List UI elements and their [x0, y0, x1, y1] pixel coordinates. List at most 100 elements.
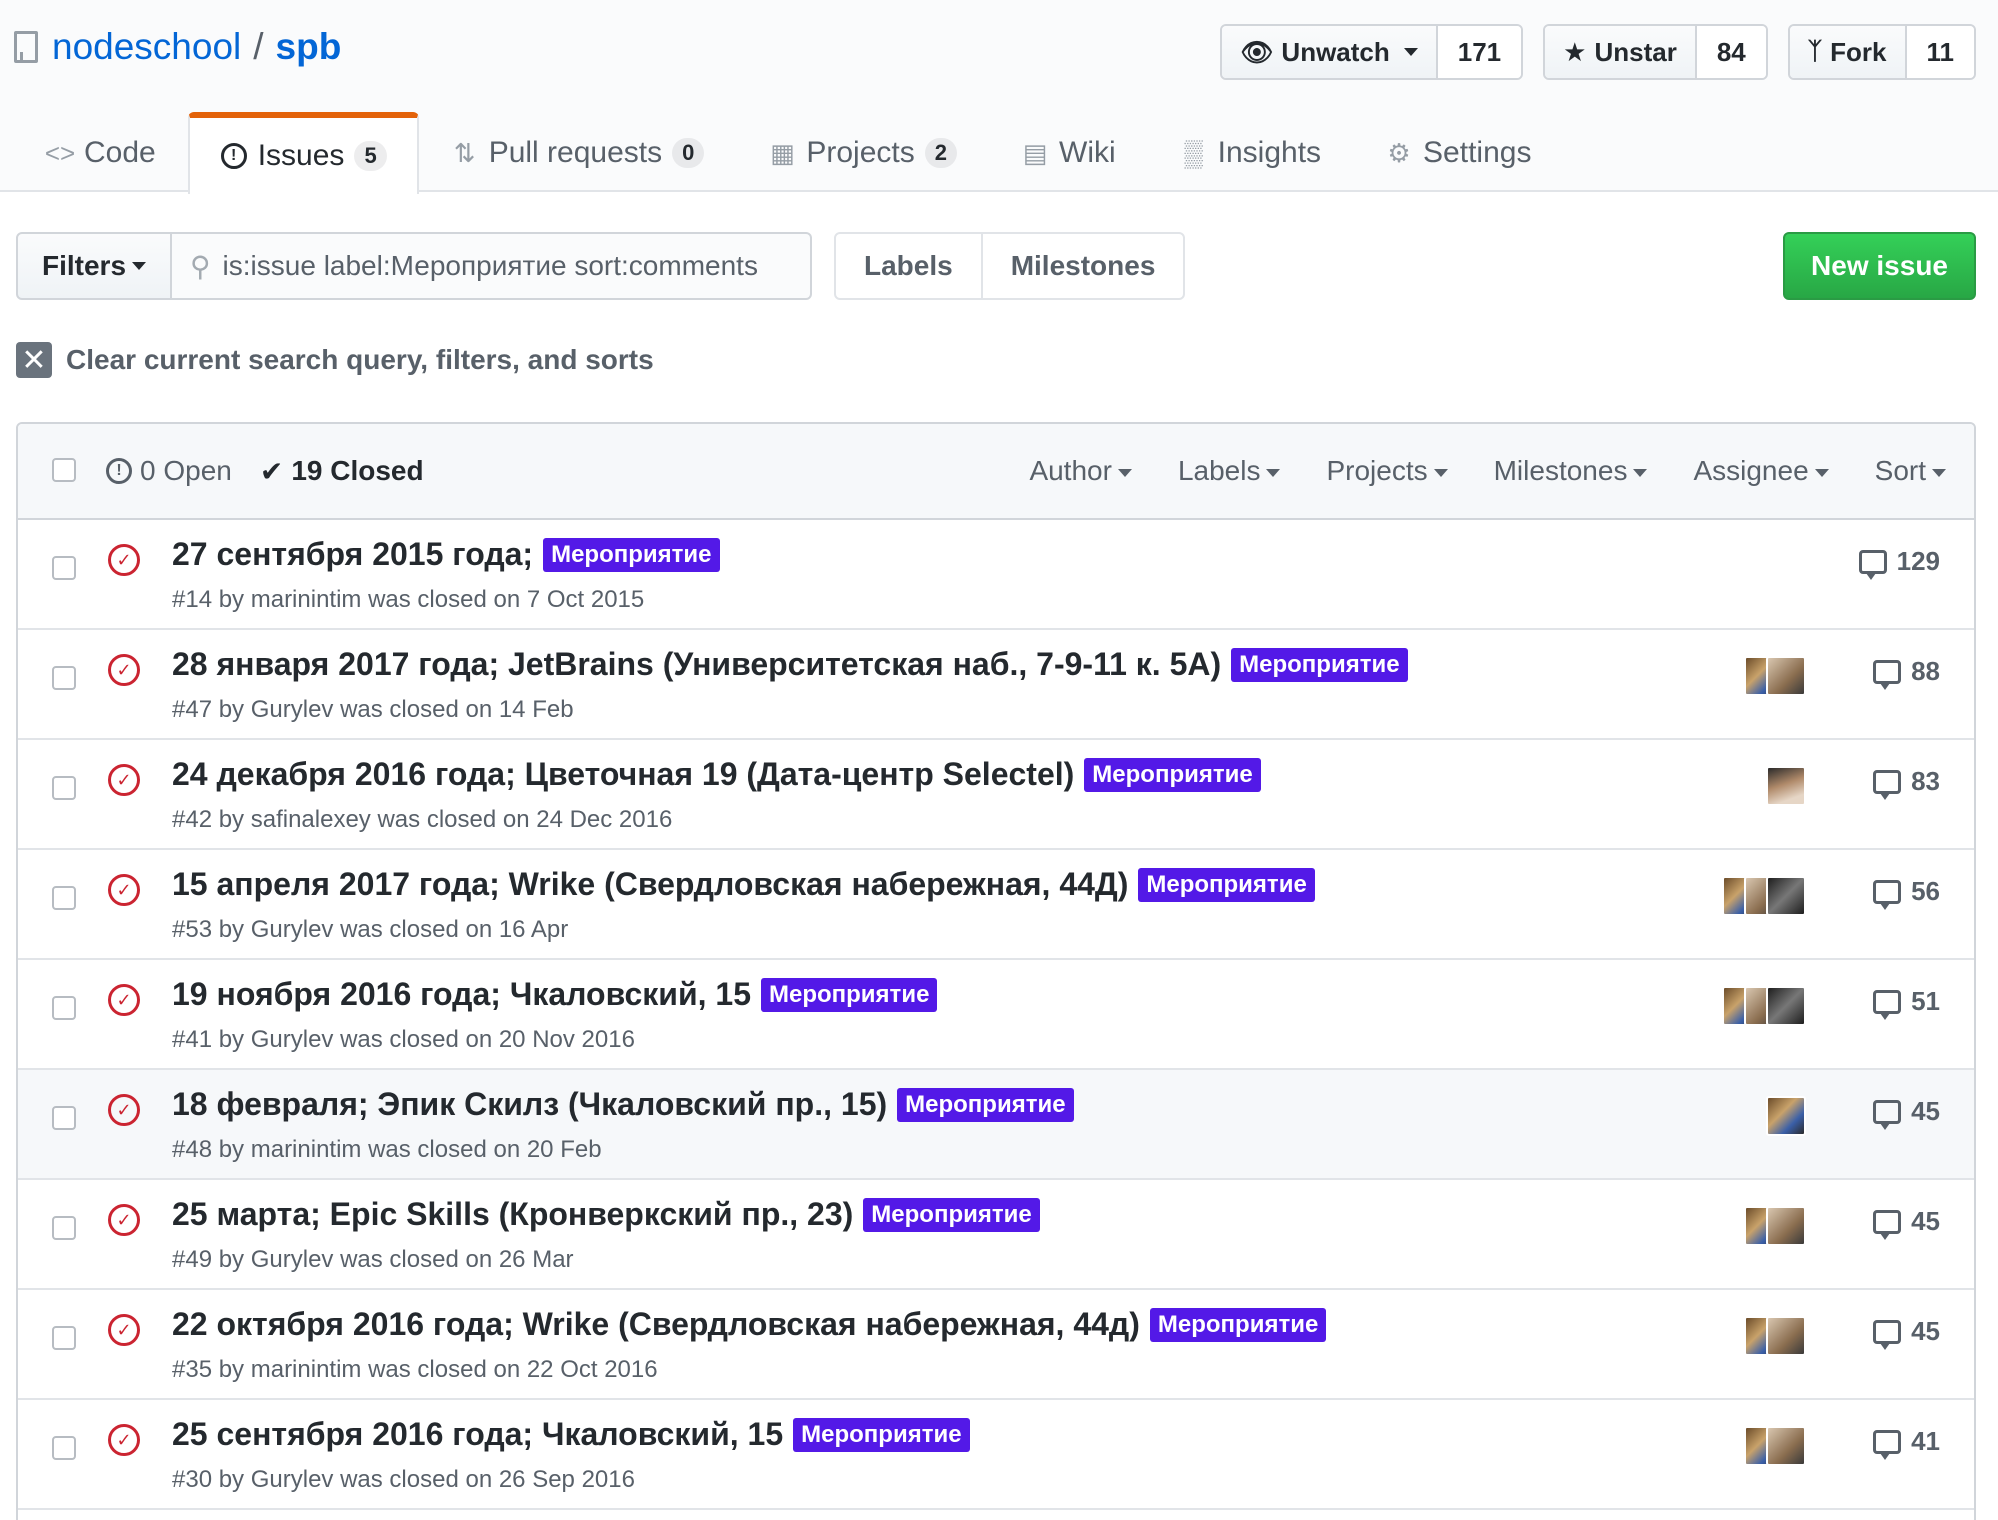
issue-checkbox[interactable] [52, 1106, 76, 1130]
projects-filter[interactable]: Projects [1326, 455, 1448, 487]
watchers-count[interactable]: 171 [1437, 26, 1522, 78]
issue-comments-link[interactable]: 88 [1873, 656, 1940, 690]
search-input[interactable] [222, 250, 803, 282]
filters-button[interactable]: Filters [16, 232, 173, 300]
tab-projects[interactable]: ▦ Projects 2 [736, 112, 989, 192]
tab-settings[interactable]: ⚙ Settings [1353, 112, 1563, 192]
chevron-down-icon [1814, 468, 1829, 477]
repo-owner-link[interactable]: nodeschool [52, 26, 241, 68]
issue-title-link[interactable]: 24 декабря 2016 года; Цветочная 19 (Дата… [172, 756, 1074, 793]
avatar[interactable] [1766, 656, 1806, 696]
issue-row[interactable]: ✓ 22 октября 2016 года; Wrike (Свердловс… [18, 1290, 1974, 1400]
issue-label[interactable]: Мероприятие [1231, 647, 1408, 682]
tab-wiki[interactable]: ▤ Wiki [989, 112, 1148, 192]
avatar[interactable] [1766, 1206, 1806, 1246]
issue-row[interactable]: ✓ 28 января 2017 года; JetBrains (Универ… [18, 630, 1974, 740]
sort-filter[interactable]: Sort [1875, 455, 1946, 487]
issue-title-line: 18 февраля; Эпик Скилз (Чкаловский пр., … [172, 1086, 1074, 1123]
issues-list: ! 0 Open ✔ 19 Closed Author Labels Proje… [16, 422, 1976, 1520]
author-filter[interactable]: Author [1029, 455, 1132, 487]
issue-checkbox[interactable] [52, 556, 76, 580]
issue-checkbox[interactable] [52, 1436, 76, 1460]
tab-pull-requests[interactable]: ⇅ Pull requests 0 [419, 112, 737, 192]
tab-code[interactable]: <> Code [14, 112, 188, 192]
issue-checkbox[interactable] [52, 1216, 76, 1240]
unstar-button[interactable]: ★ Unstar [1545, 26, 1697, 78]
fork-button[interactable]: ᛉ Fork [1789, 26, 1907, 78]
avatar[interactable] [1766, 1316, 1806, 1356]
tab-label: Pull requests [488, 136, 663, 169]
issue-label[interactable]: Мероприятие [760, 977, 938, 1012]
labels-filter[interactable]: Labels [1178, 455, 1281, 487]
assignee-avatars [1722, 876, 1806, 916]
issue-meta: #47 by Gurylev was closed on 14 Feb [172, 696, 574, 723]
milestones-filter[interactable]: Milestones [1494, 455, 1648, 487]
issue-comments-link[interactable]: 51 [1873, 986, 1940, 1020]
tab-label: Wiki [1059, 136, 1116, 169]
issue-label[interactable]: Мероприятие [1138, 867, 1315, 902]
comment-icon [1873, 1209, 1902, 1240]
issue-checkbox[interactable] [52, 666, 76, 690]
issue-label[interactable]: Мероприятие [793, 1417, 970, 1452]
open-count-label: 0 Open [140, 455, 232, 486]
assignee-filter[interactable]: Assignee [1693, 455, 1829, 487]
issue-comments-link[interactable]: 41 [1873, 1426, 1940, 1460]
labels-link[interactable]: Labels [836, 234, 981, 298]
tab-issues[interactable]: ! Issues 5 [187, 112, 419, 194]
issue-comments-link[interactable]: 129 [1858, 546, 1940, 580]
unwatch-button[interactable]: 👁 Unwatch [1222, 26, 1438, 78]
issue-row[interactable]: ✓ 25 сентября 2016 года; Чкаловский, 15 … [18, 1400, 1974, 1510]
issue-comments-link[interactable]: 45 [1873, 1096, 1940, 1130]
issue-label[interactable]: Мероприятие [1084, 757, 1261, 792]
open-issues-link[interactable]: ! 0 Open [106, 455, 232, 487]
issue-checkbox[interactable] [52, 886, 76, 910]
issue-checkbox[interactable] [52, 1326, 76, 1350]
issue-title-link[interactable]: 25 марта; Epic Skills (Кронверкский пр.,… [172, 1196, 853, 1233]
clear-query-link[interactable]: ✕ Clear current search query, filters, a… [16, 342, 654, 378]
comment-icon [1873, 1319, 1902, 1350]
issue-title-link[interactable]: 19 ноября 2016 года; Чкаловский, 15 [172, 976, 751, 1013]
issue-label[interactable]: Мероприятие [863, 1197, 1040, 1232]
issue-row[interactable]: ✓ 18 февраля; Эпик Скилз (Чкаловский пр.… [18, 1070, 1974, 1180]
issue-title-link[interactable]: 15 апреля 2017 года; Wrike (Свердловская… [172, 866, 1128, 903]
issue-label[interactable]: Мероприятие [897, 1087, 1074, 1122]
issue-title-link[interactable]: 22 октября 2016 года; Wrike (Свердловска… [172, 1306, 1140, 1343]
issue-label[interactable]: Мероприятие [543, 537, 720, 572]
issue-title-link[interactable]: 18 февраля; Эпик Скилз (Чкаловский пр., … [172, 1086, 887, 1123]
issue-title-link[interactable]: 28 января 2017 года; JetBrains (Универси… [172, 646, 1221, 683]
comment-icon [1873, 1099, 1902, 1130]
issue-title-link[interactable]: 25 сентября 2016 года; Чкаловский, 15 [172, 1416, 783, 1453]
issue-checkbox[interactable] [52, 996, 76, 1020]
issue-comments-link[interactable]: 56 [1873, 876, 1940, 910]
milestones-link[interactable]: Milestones [980, 234, 1184, 298]
avatar[interactable] [1766, 766, 1806, 806]
issue-row[interactable]: ✓ 27 сентября 2015 года; Мероприятие #14… [18, 520, 1974, 630]
issue-row[interactable]: ✓ 19 ноября 2016 года; Чкаловский, 15 Ме… [18, 960, 1974, 1070]
issue-label[interactable]: Мероприятие [1149, 1307, 1327, 1342]
repo-name-link[interactable]: spb [276, 26, 342, 68]
issue-checkbox[interactable] [52, 776, 76, 800]
issue-comments-link[interactable]: 45 [1873, 1316, 1940, 1350]
avatar[interactable] [1766, 1426, 1806, 1466]
issue-meta: #53 by Gurylev was closed on 16 Apr [172, 916, 569, 943]
issue-meta: #42 by safinalexey was closed on 24 Dec … [172, 806, 673, 833]
avatar[interactable] [1766, 986, 1806, 1026]
issue-comments-link[interactable]: 45 [1873, 1206, 1940, 1240]
issue-row[interactable]: ✓ 25 марта; Epic Skills (Кронверкский пр… [18, 1180, 1974, 1290]
closed-issues-link[interactable]: ✔ 19 Closed [260, 455, 424, 488]
select-all-checkbox[interactable] [52, 458, 76, 482]
issue-row[interactable]: ✓ 15 апреля 2017 года; Wrike (Свердловск… [18, 850, 1974, 960]
new-issue-button[interactable]: New issue [1783, 232, 1976, 300]
issue-row[interactable]: ✓ 24 декабря 2016 года; Цветочная 19 (Да… [18, 740, 1974, 850]
pull-request-icon: ⇅ [453, 137, 476, 168]
assignee-avatars [1722, 986, 1806, 1026]
avatar[interactable] [1766, 876, 1806, 916]
tab-insights[interactable]: ▒ Insights [1148, 112, 1353, 192]
issues-subnav: Filters ⚲ Labels Milestones New issue [16, 232, 1976, 302]
stargazers-count[interactable]: 84 [1696, 26, 1766, 78]
forks-count[interactable]: 11 [1906, 26, 1974, 78]
avatar[interactable] [1766, 1096, 1806, 1136]
issue-title-link[interactable]: 27 сентября 2015 года; [172, 536, 533, 573]
unwatch-label: Unwatch [1281, 36, 1390, 67]
issue-comments-link[interactable]: 83 [1873, 766, 1940, 800]
